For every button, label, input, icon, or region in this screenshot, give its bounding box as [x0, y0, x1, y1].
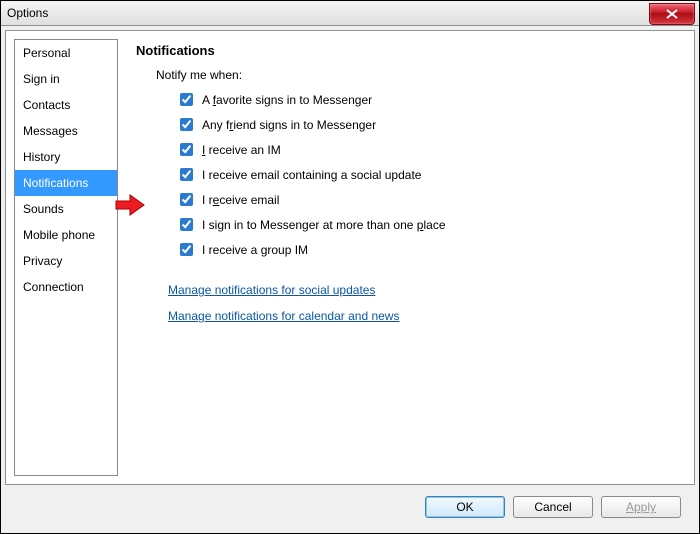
sidebar-item-history[interactable]: History: [15, 144, 117, 170]
notify-checkbox[interactable]: [180, 118, 193, 131]
cancel-button[interactable]: Cancel: [513, 496, 593, 518]
checkbox-label[interactable]: Any friend signs in to Messenger: [202, 118, 376, 132]
sidebar-item-sign-in[interactable]: Sign in: [15, 66, 117, 92]
checkbox-label[interactable]: A favorite signs in to Messenger: [202, 93, 372, 107]
check-row: I receive a group IM: [176, 240, 678, 259]
notify-checkbox[interactable]: [180, 218, 193, 231]
checkbox-label[interactable]: I sign in to Messenger at more than one …: [202, 218, 446, 232]
titlebar: Options: [1, 1, 699, 26]
sidebar-item-sounds[interactable]: Sounds: [15, 196, 117, 222]
close-button[interactable]: [649, 3, 695, 25]
content-panel: Notifications Notify me when: A favorite…: [118, 39, 686, 476]
notify-checkbox[interactable]: [180, 143, 193, 156]
sidebar-item-notifications[interactable]: Notifications: [15, 170, 117, 196]
sidebar-item-contacts[interactable]: Contacts: [15, 92, 117, 118]
manage-link[interactable]: Manage notifications for social updates: [168, 283, 375, 297]
check-row: Any friend signs in to Messenger: [176, 115, 678, 134]
notify-checkbox[interactable]: [180, 193, 193, 206]
check-row: I receive an IM: [176, 140, 678, 159]
links-block: Manage notifications for social updates M…: [168, 277, 678, 329]
checkbox-label[interactable]: I receive an IM: [202, 143, 281, 157]
notify-checkbox[interactable]: [180, 243, 193, 256]
window-title: Options: [7, 6, 48, 20]
ok-button[interactable]: OK: [425, 496, 505, 518]
button-row: OK Cancel Apply: [5, 485, 695, 529]
dialog-body: PersonalSign inContactsMessagesHistoryNo…: [5, 30, 695, 485]
checkbox-list: A favorite signs in to Messenger Any frie…: [176, 90, 678, 259]
check-row: I sign in to Messenger at more than one …: [176, 215, 678, 234]
sidebar-item-mobile-phone[interactable]: Mobile phone: [15, 222, 117, 248]
close-icon: [666, 9, 678, 19]
options-window: Options PersonalSign inContactsMessagesH…: [0, 0, 700, 534]
highlight-arrow-icon: [114, 193, 148, 220]
checkbox-label[interactable]: I receive email: [202, 193, 279, 207]
sidebar-item-privacy[interactable]: Privacy: [15, 248, 117, 274]
category-sidebar: PersonalSign inContactsMessagesHistoryNo…: [14, 39, 118, 476]
notify-checkbox[interactable]: [180, 168, 193, 181]
notify-checkbox[interactable]: [180, 93, 193, 106]
checkbox-label[interactable]: I receive a group IM: [202, 243, 308, 257]
manage-link[interactable]: Manage notifications for calendar and ne…: [168, 309, 399, 323]
sidebar-item-messages[interactable]: Messages: [15, 118, 117, 144]
sidebar-item-personal[interactable]: Personal: [15, 40, 117, 66]
section-heading: Notifications: [136, 43, 678, 58]
checkbox-label[interactable]: I receive email containing a social upda…: [202, 168, 421, 182]
sidebar-item-connection[interactable]: Connection: [15, 274, 117, 300]
check-row: I receive email: [176, 190, 678, 209]
check-row: I receive email containing a social upda…: [176, 165, 678, 184]
intro-text: Notify me when:: [156, 68, 678, 82]
check-row: A favorite signs in to Messenger: [176, 90, 678, 109]
apply-button: Apply: [601, 496, 681, 518]
